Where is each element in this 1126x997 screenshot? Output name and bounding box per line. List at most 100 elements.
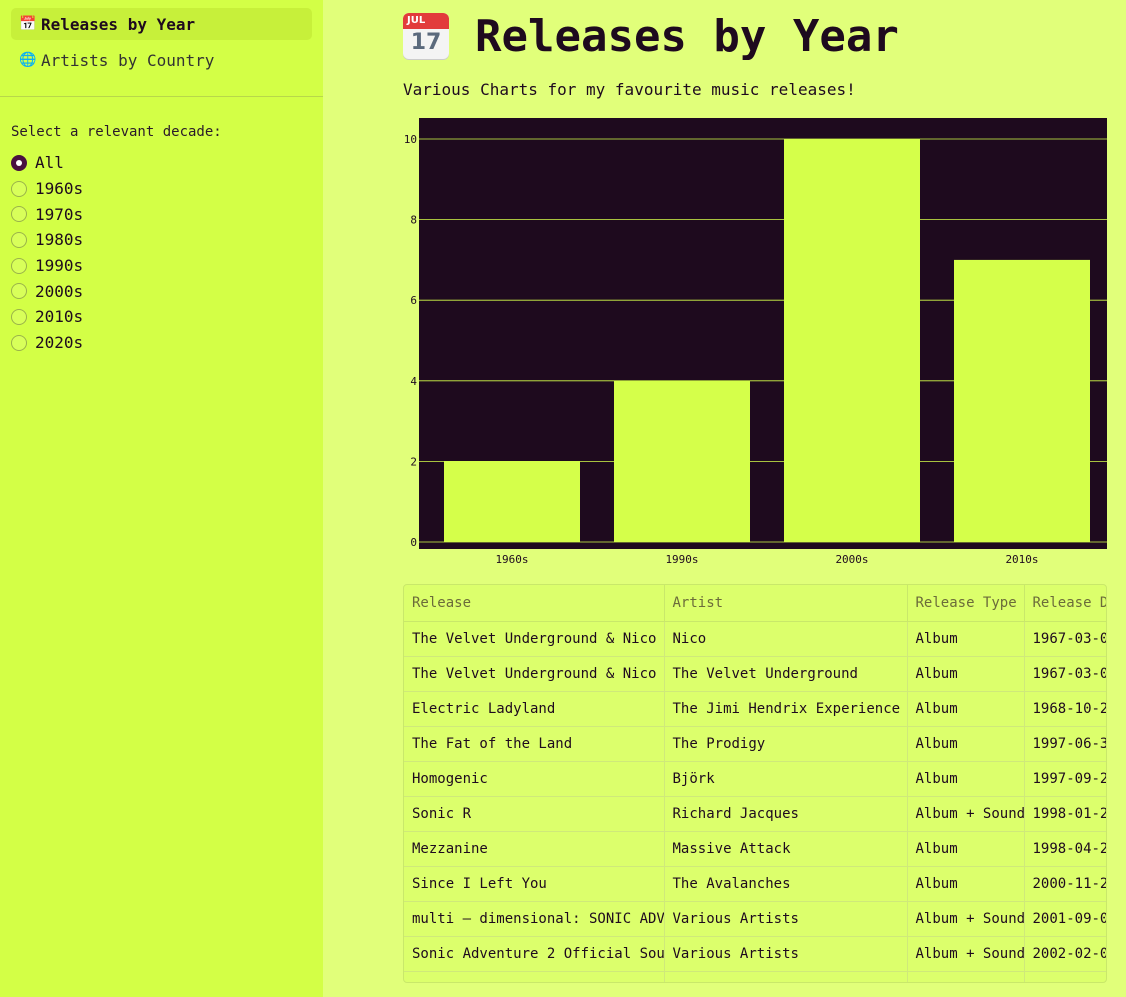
calendar-icon: 📅 <box>19 16 37 32</box>
table-row[interactable]: multi – dimensional: SONIC ADV Various Ar… <box>404 901 1106 937</box>
table-cell <box>404 971 665 982</box>
table-row[interactable]: Sonic Adventure 2 Official Sou Various Ar… <box>404 936 1106 972</box>
radio-label: 2020s <box>35 333 84 353</box>
column-header[interactable]: Release <box>404 585 665 622</box>
radio-label: 2010s <box>35 307 84 327</box>
radio-button[interactable] <box>11 231 27 248</box>
x-tick-label: 1990s <box>665 553 698 566</box>
table-cell: Album <box>907 761 1025 797</box>
calendar-icon: JUL 17 <box>403 13 449 59</box>
column-header[interactable]: Release Date <box>1024 585 1106 622</box>
table-cell: Sonic Adventure 2 Official Sou <box>404 936 665 972</box>
table-cell: Sonic R <box>404 796 665 832</box>
table-row[interactable]: Mezzanine Massive Attack Album 1998-04-2 <box>404 831 1106 867</box>
table-cell: The Fat of the Land <box>404 726 665 762</box>
sidebar-nav: 📅 Releases by Year 🌐 Artists by Country <box>0 0 323 76</box>
nav-item-artists-by-country[interactable]: 🌐 Artists by Country <box>11 44 312 76</box>
decade-option-1990s[interactable]: 1990s <box>11 253 222 279</box>
table-cell: Various Artists <box>664 936 908 972</box>
table-row[interactable]: Electric Ladyland The Jimi Hendrix Experi… <box>404 691 1106 727</box>
radio-button[interactable] <box>11 283 27 300</box>
y-tick-label: 6 <box>410 294 417 307</box>
sidebar: 📅 Releases by Year 🌐 Artists by Country … <box>0 0 323 997</box>
table-header-row: ReleaseArtistRelease TypeRelease Date <box>404 585 1106 622</box>
table-cell: Album <box>907 866 1025 902</box>
radio-label: 1990s <box>35 256 84 276</box>
table-cell: The Prodigy <box>664 726 908 762</box>
y-tick-label: 10 <box>404 133 417 146</box>
decade-option-2020s[interactable]: 2020s <box>11 330 222 356</box>
radio-button[interactable] <box>11 206 27 223</box>
table-cell: Album <box>907 656 1025 692</box>
table-cell: 1998-04-2 <box>1024 831 1106 867</box>
decade-option-1960s[interactable]: 1960s <box>11 176 222 202</box>
table-row[interactable]: Sonic R Richard Jacques Album + Sound 1998-… <box>404 796 1106 832</box>
page-subtitle: Various Charts for my favourite music re… <box>403 80 856 99</box>
table-row[interactable]: The Fat of the Land The Prodigy Album 1997-… <box>404 726 1106 762</box>
y-tick-label: 4 <box>410 375 417 388</box>
decade-option-1980s[interactable]: 1980s <box>11 227 222 253</box>
radio-button[interactable] <box>11 154 27 171</box>
table-row[interactable]: Homogenic Björk Album 1997-09-2 <box>404 761 1106 797</box>
table-cell: multi – dimensional: SONIC ADV <box>404 901 665 937</box>
table-cell: 1967-03-0 <box>1024 656 1106 692</box>
table-row[interactable]: The Velvet Underground & Nico The Velvet … <box>404 656 1106 692</box>
releases-table[interactable]: ReleaseArtistRelease TypeRelease Date Th… <box>403 584 1107 983</box>
table-row[interactable]: The Velvet Underground & Nico Nico Album 19… <box>404 621 1106 657</box>
table-cell: The Avalanches <box>664 866 908 902</box>
table-cell: 1997-06-3 <box>1024 726 1106 762</box>
radio-label: 1980s <box>35 230 84 250</box>
decade-option-1970s[interactable]: 1970s <box>11 201 222 227</box>
table-cell <box>664 971 908 982</box>
decade-option-2010s[interactable]: 2010s <box>11 304 222 330</box>
table-cell: Mezzanine <box>404 831 665 867</box>
bar-2000s[interactable] <box>784 139 920 542</box>
table-row[interactable]: Since I Left You The Avalanches Album 2000-… <box>404 866 1106 902</box>
table-cell: Album + Sound <box>907 936 1025 972</box>
table-cell: Homogenic <box>404 761 665 797</box>
table-cell: Album <box>907 621 1025 657</box>
table-cell: 2000-11-2 <box>1024 866 1106 902</box>
radio-button[interactable] <box>11 180 27 197</box>
table-row[interactable] <box>404 971 1106 982</box>
bar-1990s[interactable] <box>614 380 750 542</box>
table-cell: Richard Jacques <box>664 796 908 832</box>
table-cell: The Jimi Hendrix Experience <box>664 691 908 727</box>
decade-option-all[interactable]: All <box>11 150 222 176</box>
decade-option-2000s[interactable]: 2000s <box>11 278 222 304</box>
radio-label: All <box>35 153 64 173</box>
decade-radio-group: Select a relevant decade: All 1960s 1970s 1… <box>11 124 222 356</box>
table-cell: 1968-10-2 <box>1024 691 1106 727</box>
table-cell: 2001-09-0 <box>1024 901 1106 937</box>
table-cell: Since I Left You <box>404 866 665 902</box>
table-cell <box>1024 971 1106 982</box>
table-cell: 2002-02-0 <box>1024 936 1106 972</box>
calendar-day: 17 <box>410 30 442 55</box>
table-cell: The Velvet Underground & Nico <box>404 621 665 657</box>
table-cell: 1967-03-0 <box>1024 621 1106 657</box>
bar-1960s[interactable] <box>444 461 580 542</box>
column-header[interactable]: Release Type <box>907 585 1025 622</box>
globe-icon: 🌐 <box>19 52 37 68</box>
column-header[interactable]: Artist <box>664 585 908 622</box>
table-cell: Album <box>907 726 1025 762</box>
nav-item-releases-by-year[interactable]: 📅 Releases by Year <box>11 8 312 40</box>
nav-item-label: Artists by Country <box>41 50 215 70</box>
table-cell: 1997-09-2 <box>1024 761 1106 797</box>
bar-2010s[interactable] <box>954 259 1090 542</box>
y-tick-label: 8 <box>410 214 417 227</box>
table-cell: The Velvet Underground & Nico <box>404 656 665 692</box>
radio-label: 1960s <box>35 179 84 199</box>
calendar-month: JUL <box>403 13 449 29</box>
radio-button[interactable] <box>11 308 27 325</box>
table-cell: Björk <box>664 761 908 797</box>
radio-button[interactable] <box>11 334 27 351</box>
radio-button[interactable] <box>11 257 27 274</box>
sidebar-divider <box>0 96 323 97</box>
x-tick-label: 2000s <box>835 553 868 566</box>
table-cell <box>907 971 1025 982</box>
x-tick-label: 2010s <box>1005 553 1038 566</box>
x-tick-label: 1960s <box>495 553 528 566</box>
table-cell: Massive Attack <box>664 831 908 867</box>
releases-bar-chart: 0 2 4 6 8 10 1960s 1990s 2000s 2010s <box>404 118 1107 566</box>
